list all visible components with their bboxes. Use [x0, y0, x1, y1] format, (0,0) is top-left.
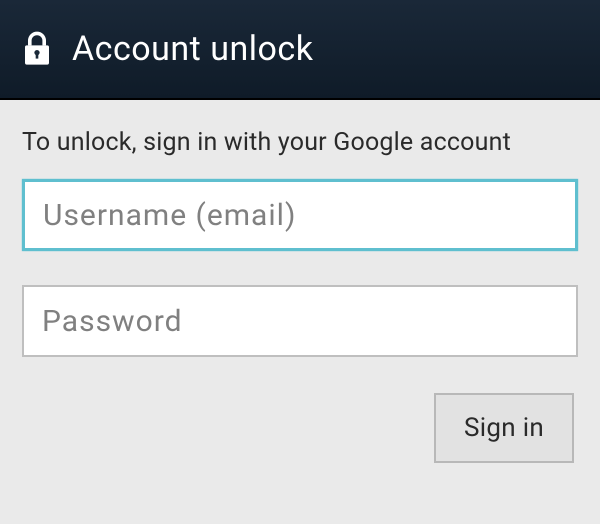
header-bar: Account unlock — [0, 0, 600, 100]
password-input[interactable] — [22, 285, 578, 357]
page-title: Account unlock — [72, 29, 313, 69]
username-input[interactable] — [22, 179, 578, 251]
lock-icon — [22, 31, 52, 67]
button-row: Sign in — [22, 393, 578, 463]
field-spacer — [22, 251, 578, 285]
signin-button[interactable]: Sign in — [434, 393, 574, 463]
instruction-text: To unlock, sign in with your Google acco… — [22, 128, 578, 157]
content-area: To unlock, sign in with your Google acco… — [0, 100, 600, 485]
